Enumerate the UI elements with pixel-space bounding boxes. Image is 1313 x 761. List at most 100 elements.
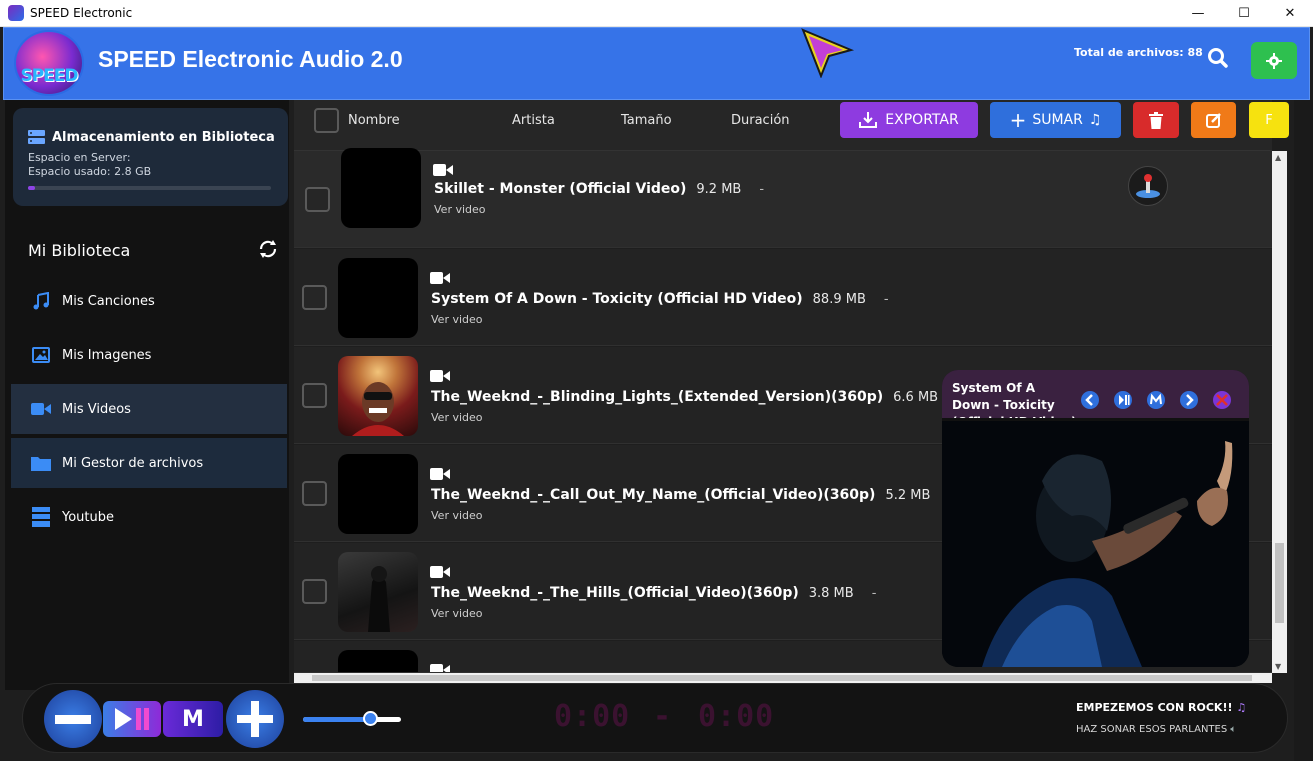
mini-video-player[interactable]: System Of A Down - Toxicity (Official HD… xyxy=(942,370,1249,667)
row-checkbox[interactable] xyxy=(302,285,327,310)
pointer-cursor-icon xyxy=(801,28,855,78)
scroll-up-arrow-icon[interactable]: ▲ xyxy=(1275,153,1281,162)
column-header-artista[interactable]: Artista xyxy=(512,113,555,128)
video-thumbnail xyxy=(338,356,418,436)
playback-bar: M 0:00 - 0:00 EMPEZEMOS CON ROCK!! ♫ HAZ… xyxy=(22,683,1288,753)
view-video-link[interactable]: Ver video xyxy=(431,509,483,522)
select-all-checkbox[interactable] xyxy=(314,108,339,133)
vertical-scroll-thumb[interactable] xyxy=(1275,543,1284,623)
download-icon xyxy=(859,112,878,128)
column-header-nombre[interactable]: Nombre xyxy=(348,113,400,128)
close-button[interactable]: ✕ xyxy=(1267,0,1313,27)
title-bar: SPEED Electronic — ☐ ✕ xyxy=(0,0,1313,27)
delete-button[interactable] xyxy=(1133,102,1179,138)
row-checkbox[interactable] xyxy=(302,481,327,506)
video-thumbnail xyxy=(338,552,418,632)
file-size: 9.2 MB xyxy=(696,182,742,197)
next-icon[interactable] xyxy=(1179,390,1199,410)
volume-up-button[interactable] xyxy=(226,690,284,748)
total-files-label: Total de archivos: 88 xyxy=(1074,46,1203,59)
view-video-link[interactable]: Ver video xyxy=(431,313,483,326)
row-title[interactable]: System Of A Down - Toxicity (Official HD… xyxy=(431,291,889,307)
play-pause-button[interactable] xyxy=(103,701,161,737)
refresh-icon[interactable] xyxy=(256,237,280,261)
app-title: SPEED Electronic Audio 2.0 xyxy=(98,46,403,72)
storage-progress-fill xyxy=(28,186,36,190)
export-button[interactable]: EXPORTAR xyxy=(840,102,978,138)
sidebar-item-mis-canciones[interactable]: Mis Canciones xyxy=(11,276,287,326)
previous-icon[interactable] xyxy=(1080,390,1100,410)
plus-icon xyxy=(237,701,273,737)
right-edge-strip xyxy=(1294,100,1313,761)
settings-button[interactable] xyxy=(1251,42,1297,79)
list-item[interactable]: Skillet - Monster (Official Video) 9.2 MB… xyxy=(294,148,1272,248)
row-checkbox[interactable] xyxy=(302,383,327,408)
edit-icon xyxy=(1205,113,1221,128)
view-video-link[interactable]: Ver video xyxy=(431,607,483,620)
scroll-down-arrow-icon[interactable]: ▼ xyxy=(1275,662,1281,671)
status-message-title-text: EMPEZEMOS CON ROCK!! xyxy=(1076,701,1233,714)
export-button-label: EXPORTAR xyxy=(885,112,959,128)
vertical-scrollbar[interactable]: ▲ ▼ xyxy=(1272,151,1287,673)
duration: - xyxy=(759,182,765,197)
horizontal-scroll-thumb[interactable] xyxy=(312,675,1252,681)
column-header-tamano[interactable]: Tamaño xyxy=(621,113,672,128)
maximize-button[interactable]: ☐ xyxy=(1221,0,1267,27)
video-title: The_Weeknd_-_Call_Out_My_Name_(Official_… xyxy=(431,487,876,503)
status-message-subtitle: HAZ SONAR ESOS PARLANTES 🔈︎ xyxy=(1076,724,1236,735)
row-checkbox[interactable] xyxy=(305,187,330,212)
trash-icon xyxy=(1149,111,1163,129)
total-time: 0:00 xyxy=(698,699,775,734)
video-frame-art xyxy=(942,421,1249,667)
video-camera-icon xyxy=(430,664,450,672)
player-video-frame[interactable] xyxy=(942,421,1249,667)
file-size: 88.9 MB xyxy=(812,292,866,307)
list-item[interactable]: System Of A Down - Toxicity (Official HD… xyxy=(294,249,1272,346)
storage-title: Almacenamiento en Biblioteca xyxy=(52,130,275,145)
joystick-icon[interactable] xyxy=(1128,166,1168,206)
duration: - xyxy=(871,586,877,601)
video-title: The_Weeknd_-_Blinding_Lights_(Extended_V… xyxy=(431,389,884,405)
app-header: SPEED SPEED Electronic Audio 2.0 Total d… xyxy=(3,27,1310,100)
sidebar-item-gestor-archivos[interactable]: Mi Gestor de archivos xyxy=(11,438,287,488)
column-header-duracion[interactable]: Duración xyxy=(731,113,790,128)
server-space-label: Espacio en Server: xyxy=(28,151,131,164)
f-button[interactable]: F xyxy=(1249,102,1289,138)
row-title[interactable]: Skillet - Monster (Official Video) 9.2 MB… xyxy=(434,181,764,197)
horizontal-scrollbar[interactable] xyxy=(294,673,1272,683)
status-message-subtitle-text: HAZ SONAR ESOS PARLANTES xyxy=(1076,724,1228,735)
sidebar-item-mis-imagenes[interactable]: Mis Imagenes xyxy=(11,330,287,380)
sidebar-item-mis-videos[interactable]: Mis Videos xyxy=(11,384,287,434)
m-mode-button[interactable]: M xyxy=(163,701,223,737)
view-video-link[interactable]: Ver video xyxy=(434,203,486,216)
sidebar-item-label: Mis Canciones xyxy=(62,293,155,309)
row-checkbox[interactable] xyxy=(302,579,327,604)
player-title: System Of A Down - Toxicity (Official HD… xyxy=(952,381,1077,418)
window-title: SPEED Electronic xyxy=(30,6,133,20)
video-title: Skillet - Monster (Official Video) xyxy=(434,181,687,197)
minimize-button[interactable]: — xyxy=(1175,0,1221,27)
row-title[interactable]: The_Weeknd_-_The_Hills_(Official_Video)(… xyxy=(431,585,876,601)
edit-button[interactable] xyxy=(1191,102,1236,138)
app-icon xyxy=(8,5,24,21)
volume-knob[interactable] xyxy=(362,711,378,726)
sidebar: Almacenamiento en Biblioteca Espacio en … xyxy=(5,100,289,690)
row-title[interactable]: The_Weeknd_-_Call_Out_My_Name_(Official_… xyxy=(431,487,953,503)
storage-card: Almacenamiento en Biblioteca Espacio en … xyxy=(13,108,288,206)
sidebar-item-youtube[interactable]: Youtube xyxy=(11,492,287,542)
video-title: System Of A Down - Toxicity (Official HD… xyxy=(431,291,803,307)
video-thumbnail xyxy=(338,454,418,534)
close-player-icon[interactable] xyxy=(1212,390,1232,410)
m-mode-icon[interactable] xyxy=(1146,390,1166,410)
storage-icon xyxy=(28,130,45,144)
view-video-link[interactable]: Ver video xyxy=(431,411,483,424)
status-message-title: EMPEZEMOS CON ROCK!! ♫ xyxy=(1076,701,1246,714)
row-title[interactable]: The_Weeknd_-_Blinding_Lights_(Extended_V… xyxy=(431,389,961,405)
volume-down-button[interactable] xyxy=(44,690,102,748)
add-button[interactable]: + SUMAR ♫ xyxy=(990,102,1121,138)
volume-slider[interactable] xyxy=(303,711,401,726)
play-pause-icon[interactable] xyxy=(1113,390,1133,410)
video-icon xyxy=(31,399,51,419)
gear-icon xyxy=(1266,52,1282,69)
search-icon[interactable] xyxy=(1205,45,1231,71)
